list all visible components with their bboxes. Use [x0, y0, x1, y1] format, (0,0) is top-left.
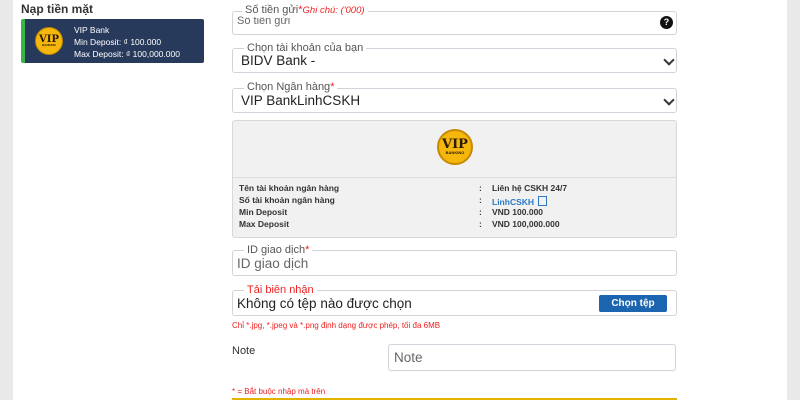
info-row-account-number: Số tài khoản ngân hàng : LinhCSKH — [239, 195, 669, 207]
logo-subtext: BANKING — [42, 43, 56, 47]
bank-select-value: VIP BankLinhCSKH — [241, 93, 361, 108]
info-key: Max Deposit — [239, 219, 290, 229]
vip-bank-logo: VIP BANKING — [35, 27, 63, 55]
help-icon[interactable]: ? — [660, 16, 673, 29]
transaction-id-placeholder: ID giao dịch — [237, 256, 309, 271]
payment-method-card-vip-bank[interactable]: VIP BANKING VIP Bank Min Deposit: ₫ 100.… — [21, 19, 204, 63]
account-number-link[interactable]: LinhCSKH — [492, 197, 534, 207]
amount-legend: Số tiền gửi*Ghi chú: ('000) — [242, 4, 368, 17]
file-format-hint: Chỉ *.jpg, *.jpeg và *.png định dạng đượ… — [232, 321, 441, 330]
required-mark: * — [305, 244, 310, 256]
amount-note: Ghi chú: ('000) — [302, 5, 365, 16]
bank-legend: Chọn Ngân hàng* — [244, 81, 338, 93]
info-value: VND 100,000.000 — [492, 219, 560, 229]
info-separator: : — [479, 183, 482, 193]
chevron-down-icon — [663, 94, 675, 106]
note-label: Note — [232, 345, 256, 357]
page-right-margin — [787, 0, 800, 400]
bank-legend-text: Chọn Ngân hàng — [247, 81, 331, 93]
receipt-legend-text: Tải biên nhận — [247, 284, 314, 296]
chevron-down-icon — [663, 54, 675, 66]
info-separator: : — [479, 219, 482, 229]
info-row-max-deposit: Max Deposit : VND 100,000.000 — [239, 219, 669, 231]
copy-icon[interactable] — [538, 196, 548, 206]
section-title: Nạp tiền mặt — [21, 2, 94, 16]
account-select-value: BIDV Bank - — [241, 53, 316, 68]
info-row-account-name: Tên tài khoản ngân hàng : Liên hệ CSKH 2… — [239, 183, 669, 195]
method-name: VIP Bank — [74, 25, 110, 35]
method-card-text: VIP Bank Min Deposit: ₫ 100.000 Max Depo… — [74, 24, 180, 60]
transaction-id-legend-text: ID giao dịch — [247, 244, 306, 256]
info-value: Liên hệ CSKH 24/7 — [492, 183, 568, 193]
file-status-text: Không có tệp nào được chọn — [237, 296, 412, 311]
required-mark: * — [330, 81, 335, 93]
logo-subtext: BANKING — [445, 150, 465, 155]
info-key: Tên tài khoản ngân hàng — [239, 183, 340, 193]
page-left-margin — [0, 0, 13, 400]
bank-logo-area: VIP BANKING — [233, 121, 676, 178]
info-value: VND 100.000 — [492, 207, 544, 217]
required-note: * = Bắt buộc nhập mà trên — [232, 387, 326, 396]
note-placeholder: Note — [394, 350, 423, 365]
info-value-wrap: LinhCSKH — [492, 195, 548, 207]
method-min-deposit: Min Deposit: ₫ 100.000 — [74, 37, 162, 47]
bank-info-panel: VIP BANKING Tên tài khoản ngân hàng : Li… — [232, 120, 677, 238]
transaction-id-legend: ID giao dịch* — [244, 244, 313, 256]
info-separator: : — [479, 195, 482, 205]
vip-banking-logo: VIP BANKING — [437, 129, 473, 165]
info-key: Min Deposit — [239, 207, 288, 217]
amount-legend-text: Số tiền gửi — [245, 4, 299, 16]
note-input[interactable]: Note — [388, 344, 676, 371]
method-max-deposit: Max Deposit: ₫ 100,000.000 — [74, 49, 180, 59]
choose-file-button[interactable]: Chọn tệp — [599, 295, 667, 312]
info-separator: : — [479, 207, 482, 217]
info-row-min-deposit: Min Deposit : VND 100.000 — [239, 207, 669, 219]
receipt-legend: Tải biên nhận — [244, 284, 317, 296]
info-key: Số tài khoản ngân hàng — [239, 195, 335, 205]
account-legend: Chọn tài khoản của bạn — [244, 42, 367, 54]
